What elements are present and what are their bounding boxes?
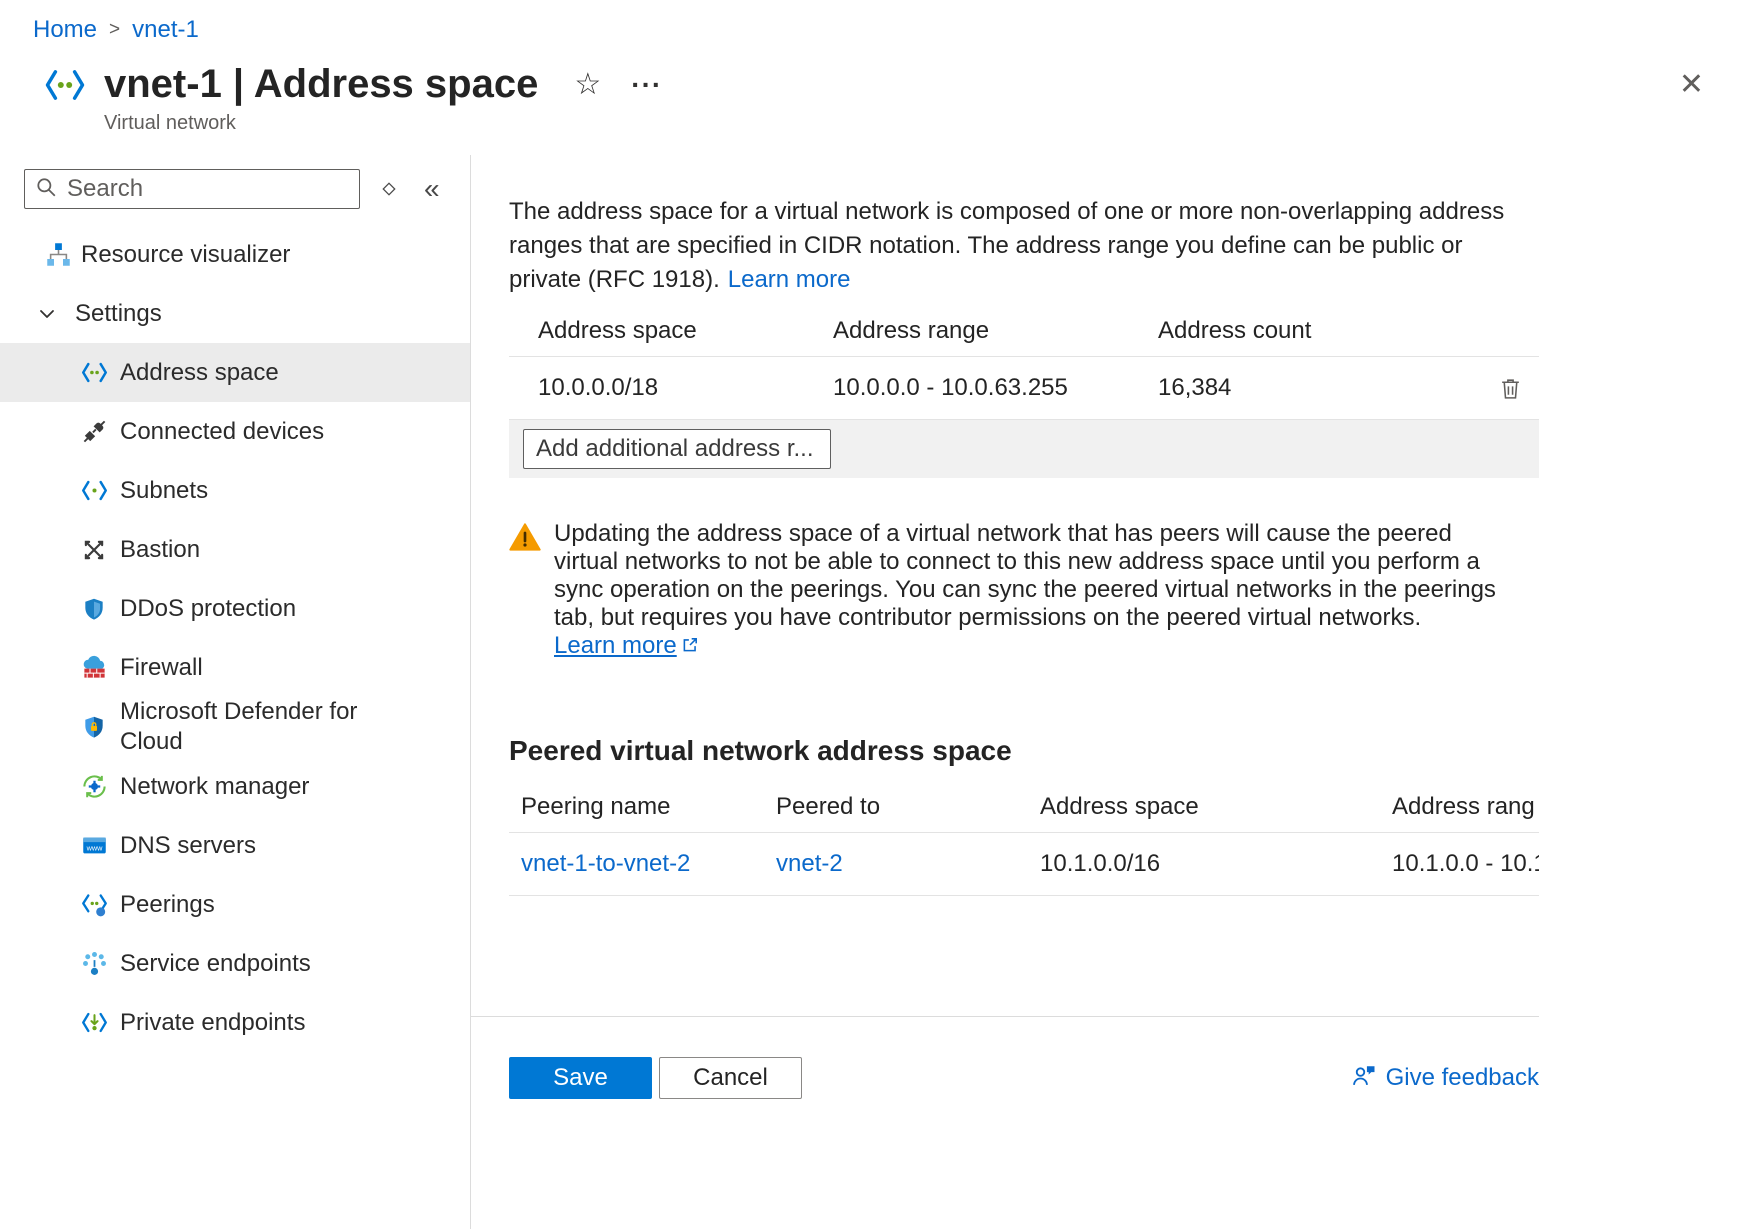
sidebar-item-ddos-protection[interactable]: DDoS protection	[0, 579, 470, 638]
page-subtitle: Virtual network	[104, 112, 236, 134]
sidebar-item-peerings[interactable]: Peerings	[0, 875, 470, 934]
sidebar-item-service-endpoints[interactable]: Service endpoints	[0, 934, 470, 993]
col-address-range: Address range	[833, 316, 990, 344]
address-space-table: Address space Address range Address coun…	[509, 305, 1539, 478]
breadcrumb-home-link[interactable]: Home	[33, 16, 97, 44]
favorite-star-icon[interactable]: ☆	[574, 67, 601, 102]
breadcrumb: Home > vnet-1	[0, 0, 1750, 44]
virtual-network-icon	[40, 64, 90, 106]
address-space-value: 10.0.0.0/18	[538, 374, 659, 401]
connected-devices-icon	[80, 418, 108, 446]
give-feedback-icon	[1350, 1061, 1378, 1096]
diamond-toggle-icon[interactable]	[380, 180, 398, 198]
col-address-count: Address count	[1158, 316, 1312, 344]
peered-to-link[interactable]: vnet-2	[776, 850, 843, 877]
add-address-range-row	[509, 420, 1539, 478]
address-space-icon	[80, 359, 108, 387]
sidebar-item-dns-servers[interactable]: www DNS servers	[0, 816, 470, 875]
sidebar-item-defender-for-cloud[interactable]: Microsoft Defender for Cloud	[0, 697, 470, 757]
chevron-down-icon	[36, 300, 58, 328]
sidebar-item-private-endpoints[interactable]: Private endpoints	[0, 993, 470, 1052]
resource-visualizer-icon	[44, 241, 72, 269]
col-peered-address-space: Address space	[1040, 792, 1199, 820]
col-peered-to: Peered to	[776, 792, 881, 820]
firewall-icon	[80, 654, 108, 682]
private-endpoints-icon	[80, 1009, 108, 1037]
network-manager-icon	[80, 773, 108, 801]
peering-name-link[interactable]: vnet-1-to-vnet-2	[521, 850, 690, 877]
page-header: vnet-1 | Address space ☆ ··· ✕	[0, 44, 1750, 107]
address-range-value: 10.0.0.0 - 10.0.63.255	[833, 374, 1068, 401]
warning-learn-more-link[interactable]: Learn more	[554, 632, 699, 659]
sidebar: « Resource visualizer Setting	[0, 155, 470, 1229]
sidebar-item-network-manager[interactable]: Network manager	[0, 757, 470, 816]
microsoft-defender-icon	[80, 713, 108, 741]
warning-icon	[509, 522, 541, 661]
intro-text: The address space for a virtual network …	[509, 198, 1505, 293]
peered-table: Peering name Peered to Address space Add…	[509, 781, 1539, 896]
close-icon[interactable]: ✕	[1679, 67, 1704, 102]
sidebar-menu: Resource visualizer Settings Address spa…	[0, 225, 470, 1052]
search-input[interactable]	[67, 175, 349, 203]
address-space-row: 10.0.0.0/18 10.0.0.0 - 10.0.63.255 16,38…	[509, 357, 1539, 420]
col-address-space: Address space	[538, 316, 697, 344]
sidebar-item-connected-devices[interactable]: Connected devices	[0, 402, 470, 461]
sidebar-group-settings[interactable]: Settings	[0, 284, 470, 343]
col-peered-address-range: Address rang	[1392, 792, 1535, 820]
breadcrumb-separator: >	[109, 19, 121, 40]
more-options-icon[interactable]: ···	[631, 69, 662, 101]
peered-address-range-value: 10.1.0.0 - 10.1	[1392, 850, 1539, 877]
svg-text:www: www	[85, 844, 103, 853]
peered-table-header-row: Peering name Peered to Address space Add…	[509, 781, 1539, 833]
collapse-sidebar-icon[interactable]: «	[424, 175, 440, 203]
address-count-value: 16,384	[1158, 374, 1232, 401]
breadcrumb-vnet-link[interactable]: vnet-1	[132, 16, 199, 44]
page-title: vnet-1 | Address space	[104, 62, 539, 106]
warning-text: Updating the address space of a virtual …	[554, 520, 1496, 659]
ddos-protection-icon	[80, 595, 108, 623]
peered-row: vnet-1-to-vnet-2 vnet-2 10.1.0.0/16 10.1…	[509, 833, 1539, 896]
sidebar-search-box	[24, 169, 360, 209]
sidebar-item-address-space[interactable]: Address space	[0, 343, 470, 402]
footer-bar: Save Cancel Give feedback	[471, 1016, 1539, 1099]
subnets-icon	[80, 477, 108, 505]
add-address-range-input[interactable]	[523, 429, 831, 469]
search-icon	[35, 176, 57, 203]
sidebar-item-firewall[interactable]: Firewall	[0, 638, 470, 697]
external-link-icon	[681, 633, 699, 661]
dns-servers-icon: www	[80, 832, 108, 860]
sidebar-item-subnets[interactable]: Subnets	[0, 461, 470, 520]
intro-learn-more-link[interactable]: Learn more	[728, 266, 851, 293]
save-button[interactable]: Save	[509, 1057, 652, 1099]
main-content: The address space for a virtual network …	[470, 155, 1750, 1229]
col-peering-name: Peering name	[521, 792, 671, 820]
sidebar-item-bastion[interactable]: Bastion	[0, 520, 470, 579]
bastion-icon	[80, 536, 108, 564]
delete-address-space-button[interactable]	[1498, 376, 1523, 401]
sidebar-item-resource-visualizer[interactable]: Resource visualizer	[0, 225, 470, 284]
cancel-button[interactable]: Cancel	[659, 1057, 802, 1099]
service-endpoints-icon	[80, 950, 108, 978]
peered-section-title: Peered virtual network address space	[509, 735, 1012, 766]
address-table-header-row: Address space Address range Address coun…	[509, 305, 1539, 357]
give-feedback-link[interactable]: Give feedback	[1350, 1061, 1539, 1096]
peerings-icon	[80, 891, 108, 919]
warning-banner: Updating the address space of a virtual …	[509, 520, 1521, 661]
peered-address-space-value: 10.1.0.0/16	[1040, 850, 1161, 877]
